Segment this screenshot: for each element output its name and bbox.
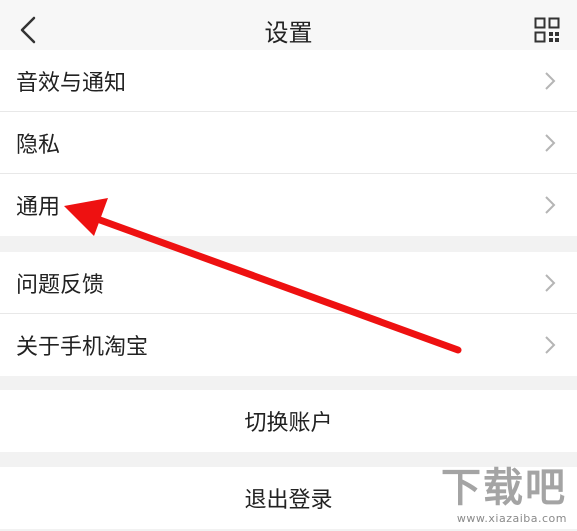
settings-item-sound-notification[interactable]: 音效与通知	[0, 50, 577, 112]
watermark-url: www.xiazaiba.com	[456, 512, 567, 525]
settings-item-label: 隐私	[16, 132, 61, 158]
switch-account-group: 切换账户	[0, 390, 577, 452]
settings-item-label: 通用	[16, 195, 61, 220]
back-button[interactable]	[10, 12, 46, 48]
chevron-left-icon	[20, 16, 36, 44]
settings-group-2: 问题反馈 关于手机淘宝	[0, 252, 577, 376]
chevron-right-icon	[545, 133, 556, 152]
settings-item-about[interactable]: 关于手机淘宝	[0, 314, 577, 376]
settings-group-1: 音效与通知 隐私 通用	[0, 50, 577, 236]
chevron-right-icon	[545, 336, 556, 354]
settings-item-feedback[interactable]: 问题反馈	[0, 252, 577, 314]
qr-code-icon	[534, 17, 560, 43]
watermark: 下载吧 www.xiazaiba.com	[437, 455, 567, 525]
chevron-right-icon	[545, 71, 556, 90]
settings-item-general[interactable]: 通用	[0, 174, 577, 236]
settings-item-label: 音效与通知	[16, 70, 127, 96]
watermark-logo: 下载吧	[441, 465, 567, 511]
switch-account-button[interactable]: 切换账户	[0, 390, 577, 452]
settings-item-label: 问题反馈	[16, 272, 105, 298]
page-title: 设置	[264, 18, 313, 47]
qr-code-button[interactable]	[531, 14, 563, 46]
chevron-right-icon	[545, 273, 556, 292]
settings-item-privacy[interactable]: 隐私	[0, 112, 577, 174]
settings-item-label: 关于手机淘宝	[16, 335, 149, 360]
chevron-right-icon	[545, 196, 556, 214]
